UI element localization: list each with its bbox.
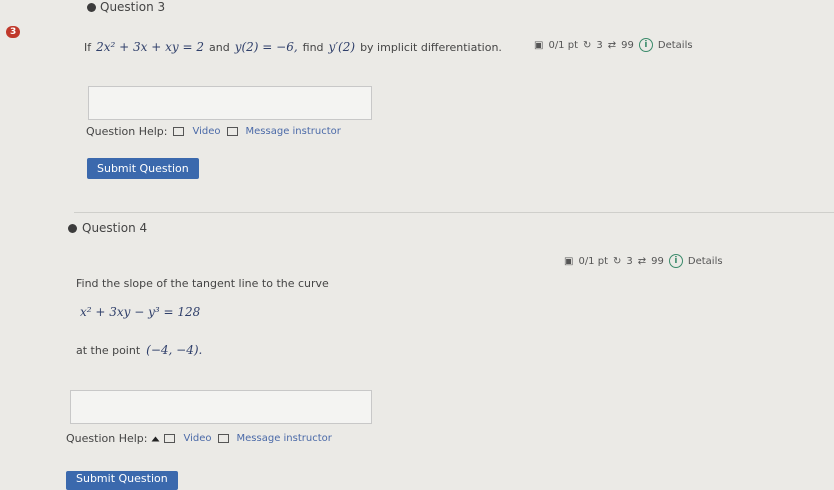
mouse-cursor-icon xyxy=(151,436,160,441)
attempts: 99 xyxy=(651,255,664,267)
question-3-meta: ▣ 0/1 pt ↻ 3 ⇄ 99 i Details xyxy=(534,38,693,52)
point-value: (−4, −4). xyxy=(146,343,203,357)
equation: 2x² + 3x + xy = 2 xyxy=(96,40,204,54)
target-derivative: y′(2) xyxy=(328,40,356,54)
retries: 3 xyxy=(596,39,603,51)
question-4-answer-input[interactable] xyxy=(70,390,372,424)
video-icon xyxy=(173,127,185,136)
prompt-and: and xyxy=(208,41,230,54)
message-icon xyxy=(217,434,229,443)
retry-icon: ↻ xyxy=(583,39,592,51)
help-label: Question Help: xyxy=(66,432,148,445)
score-icon: ▣ xyxy=(534,39,544,51)
retries: 3 xyxy=(626,255,633,267)
question-4-meta: ▣ 0/1 pt ↻ 3 ⇄ 99 i Details xyxy=(564,254,723,268)
question-4-help: Question Help: Video Message instructor xyxy=(66,432,332,445)
video-icon xyxy=(164,434,176,443)
details-link[interactable]: Details xyxy=(658,40,693,51)
prompt-lead: If xyxy=(84,41,92,54)
question-4-prompt: Find the slope of the tangent line to th… xyxy=(76,277,329,290)
prompt-find: find xyxy=(302,41,324,54)
initial-condition: y(2) = −6, xyxy=(234,40,298,54)
question-3-submit-button[interactable]: Submit Question xyxy=(87,158,199,179)
video-link[interactable]: Video xyxy=(183,433,211,444)
question-3-help: Question Help: Video Message instructor xyxy=(86,125,341,138)
question-3-answer-input[interactable] xyxy=(88,86,372,120)
score-icon: ▣ xyxy=(564,255,574,267)
attempts-icon: ⇄ xyxy=(637,255,647,267)
message-instructor-link[interactable]: Message instructor xyxy=(246,126,341,137)
details-icon[interactable]: i xyxy=(668,254,683,268)
question-3-prompt: If 2x² + 3x + xy = 2 and y(2) = −6, find… xyxy=(84,40,502,54)
curve-equation: x² + 3xy − y³ = 128 xyxy=(80,305,201,319)
points: 0/1 pt xyxy=(578,255,608,267)
attempts: 99 xyxy=(621,39,634,51)
question-4-title: Question 4 xyxy=(82,221,148,235)
question-4-point: at the point (−4, −4). xyxy=(76,343,202,357)
question-bullet xyxy=(87,3,96,12)
question-bullet xyxy=(68,224,77,233)
details-icon[interactable]: i xyxy=(638,38,653,52)
question-3-title: Question 3 xyxy=(100,0,166,14)
help-label: Question Help: xyxy=(86,125,168,138)
prompt-method: by implicit differentiation. xyxy=(360,41,502,54)
retry-icon: ↻ xyxy=(613,255,622,267)
point-lead: at the point xyxy=(76,344,141,357)
points: 0/1 pt xyxy=(548,39,578,51)
details-link[interactable]: Details xyxy=(688,256,723,267)
question-divider xyxy=(74,212,834,213)
attempts-icon: ⇄ xyxy=(607,39,617,51)
message-icon xyxy=(226,127,238,136)
video-link[interactable]: Video xyxy=(192,126,220,137)
message-instructor-link[interactable]: Message instructor xyxy=(237,433,332,444)
question-badge: 3 xyxy=(6,26,21,38)
